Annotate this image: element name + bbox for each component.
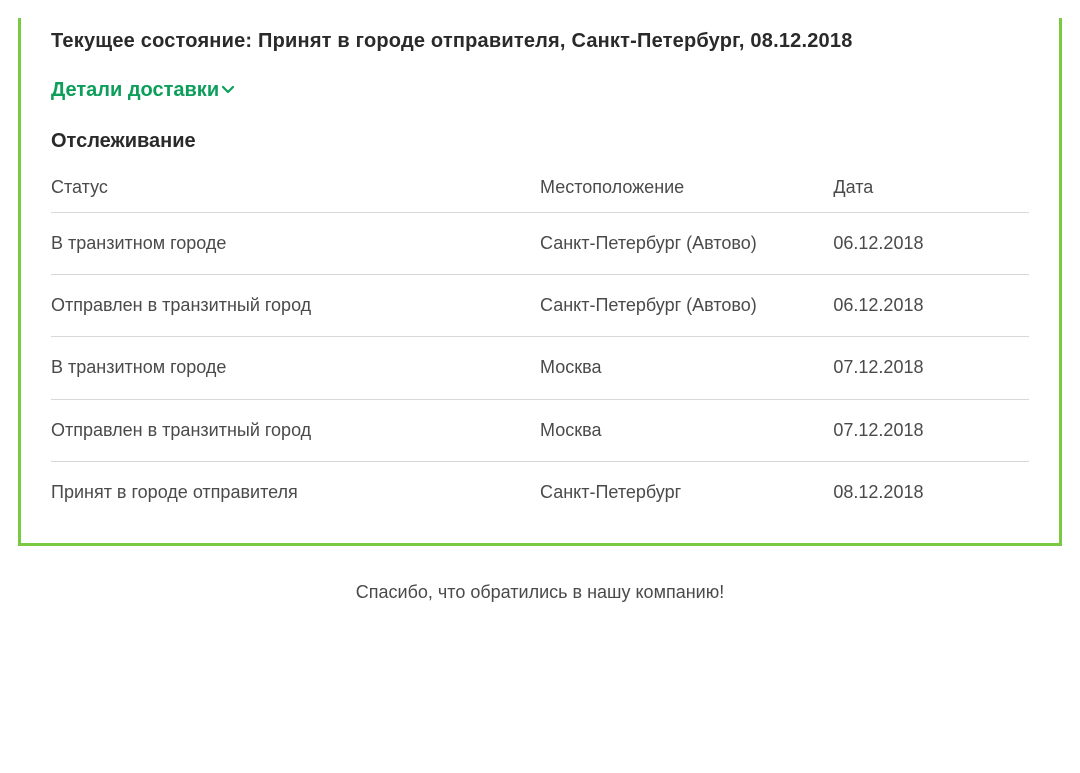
cell-location: Санкт-Петербург (Автово) bbox=[540, 213, 833, 275]
tracking-card: Текущее состояние: Принят в городе отпра… bbox=[18, 18, 1062, 546]
table-row: Отправлен в транзитный город Санкт-Петер… bbox=[51, 275, 1029, 337]
cell-date: 07.12.2018 bbox=[833, 399, 1029, 461]
tracking-section-title: Отслеживание bbox=[51, 130, 1029, 153]
chevron-down-icon bbox=[219, 79, 236, 102]
cell-date: 07.12.2018 bbox=[833, 337, 1029, 399]
table-row: В транзитном городе Москва 07.12.2018 bbox=[51, 337, 1029, 399]
col-header-status: Статус bbox=[51, 169, 540, 213]
details-toggle-label: Детали доставки bbox=[51, 79, 219, 102]
cell-location: Москва bbox=[540, 399, 833, 461]
status-value: Принят в городе отправителя, Санкт-Петер… bbox=[258, 30, 852, 52]
table-row: В транзитном городе Санкт-Петербург (Авт… bbox=[51, 213, 1029, 275]
details-toggle[interactable]: Детали доставки bbox=[51, 79, 236, 102]
tracking-rows: В транзитном городе Санкт-Петербург (Авт… bbox=[51, 213, 1029, 523]
thank-you-message: Спасибо, что обратились в нашу компанию! bbox=[18, 582, 1062, 603]
cell-status: Отправлен в транзитный город bbox=[51, 275, 540, 337]
current-status: Текущее состояние: Принят в городе отпра… bbox=[51, 30, 1029, 53]
cell-date: 06.12.2018 bbox=[833, 213, 1029, 275]
cell-location: Санкт-Петербург bbox=[540, 461, 833, 523]
col-header-date: Дата bbox=[833, 169, 1029, 213]
cell-status: Отправлен в транзитный город bbox=[51, 399, 540, 461]
tracking-table: Статус Местоположение Дата В транзитном … bbox=[51, 169, 1029, 523]
table-row: Принят в городе отправителя Санкт-Петерб… bbox=[51, 461, 1029, 523]
col-header-location: Местоположение bbox=[540, 169, 833, 213]
cell-status: Принят в городе отправителя bbox=[51, 461, 540, 523]
cell-date: 06.12.2018 bbox=[833, 275, 1029, 337]
cell-status: В транзитном городе bbox=[51, 337, 540, 399]
cell-location: Санкт-Петербург (Автово) bbox=[540, 275, 833, 337]
table-row: Отправлен в транзитный город Москва 07.1… bbox=[51, 399, 1029, 461]
cell-location: Москва bbox=[540, 337, 833, 399]
cell-status: В транзитном городе bbox=[51, 213, 540, 275]
status-label: Текущее состояние: bbox=[51, 30, 252, 52]
cell-date: 08.12.2018 bbox=[833, 461, 1029, 523]
